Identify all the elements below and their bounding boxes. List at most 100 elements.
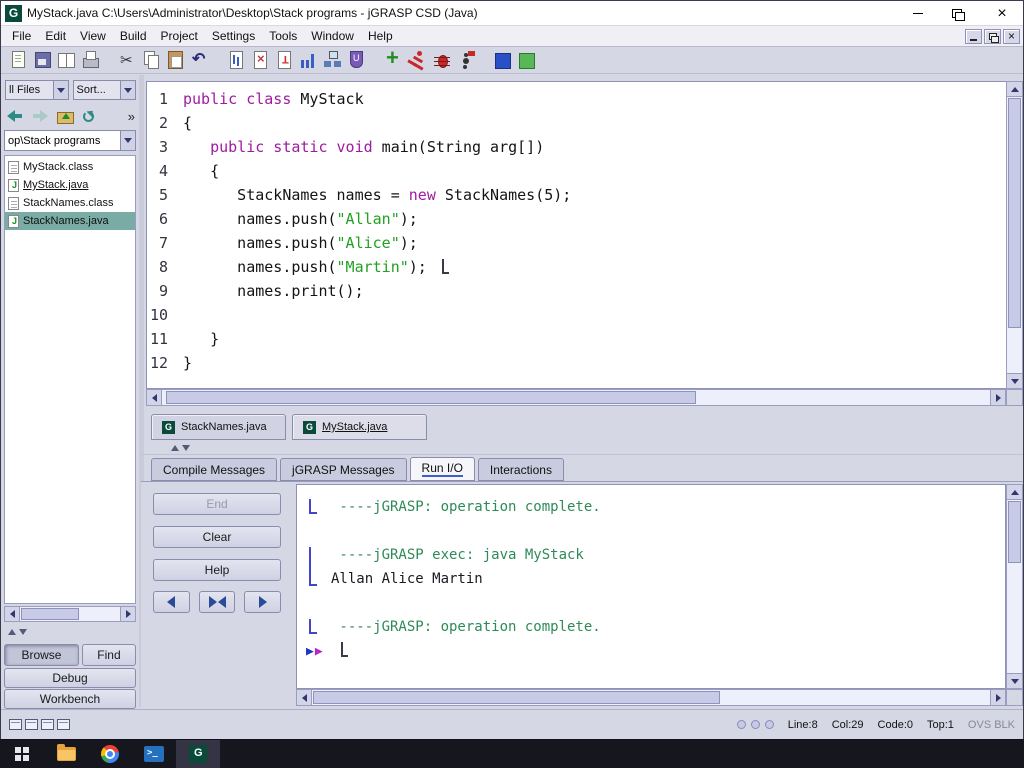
run-applet-icon[interactable]	[455, 49, 477, 71]
splitter-up-icon[interactable]	[8, 629, 16, 635]
menu-item[interactable]: Window	[304, 27, 361, 45]
uml-icon[interactable]	[322, 49, 344, 71]
scroll-down-icon[interactable]	[1007, 373, 1022, 388]
up-directory-icon[interactable]	[57, 110, 74, 124]
debug-icon[interactable]	[431, 49, 453, 71]
message-tab[interactable]: Run I/O	[409, 457, 475, 481]
powershell-button[interactable]	[132, 740, 176, 768]
menu-item[interactable]: Help	[361, 27, 400, 45]
chevron-down-icon[interactable]	[120, 81, 135, 99]
menu-item[interactable]: Project	[154, 27, 205, 45]
workbench-tab-button[interactable]: Workbench	[4, 689, 136, 709]
copy-icon[interactable]	[141, 49, 163, 71]
file-list-hscrollbar[interactable]	[4, 606, 136, 622]
code-line[interactable]: 2{	[147, 111, 1006, 135]
window-layout-icon-3[interactable]	[41, 719, 54, 730]
chevron-down-icon[interactable]	[52, 81, 68, 99]
mdi-restore-icon[interactable]	[984, 28, 1001, 44]
file-explorer-button[interactable]	[44, 740, 88, 768]
splitter-down-icon[interactable]	[182, 445, 190, 451]
window-layout-icon-1[interactable]	[9, 719, 22, 730]
scrollbar-thumb[interactable]	[1008, 98, 1021, 328]
output-hscrollbar[interactable]	[296, 689, 1006, 706]
run-io-button[interactable]: Help	[153, 559, 281, 581]
browse-tab-button[interactable]: Browse	[4, 644, 79, 666]
file-item[interactable]: StackNames.java	[5, 212, 135, 230]
run-io-output[interactable]: ----jGRASP: operation complete. ----jGRA…	[296, 484, 1006, 689]
restore-button[interactable]	[939, 1, 981, 26]
run-io-button[interactable]: End	[153, 493, 281, 515]
code-line[interactable]: 11 }	[147, 327, 1006, 351]
scroll-up-icon[interactable]	[1007, 485, 1022, 500]
csd-generate-icon[interactable]	[226, 49, 248, 71]
scroll-left-icon[interactable]	[297, 690, 312, 705]
scrollbar-track[interactable]	[1007, 97, 1022, 373]
splitter-up-icon[interactable]	[171, 445, 179, 451]
scrollbar-thumb[interactable]	[1008, 501, 1021, 563]
path-dropdown[interactable]: op\Stack programs	[4, 130, 136, 151]
window-layout-icon-2[interactable]	[25, 719, 38, 730]
scrollbar-track[interactable]	[20, 607, 120, 621]
scroll-down-icon[interactable]	[1007, 673, 1022, 688]
complexity-profile-icon[interactable]	[298, 49, 320, 71]
code-line[interactable]: 10	[147, 303, 1006, 327]
new-file-icon[interactable]	[8, 49, 30, 71]
scroll-up-icon[interactable]	[1007, 82, 1022, 97]
open-file-tab[interactable]: StackNames.java	[151, 414, 286, 440]
find-tab-button[interactable]: Find	[81, 644, 136, 666]
number-lines-icon[interactable]	[274, 49, 296, 71]
files-filter-dropdown[interactable]: ll Files	[5, 80, 69, 100]
open-file-icon[interactable]	[56, 49, 78, 71]
code-line[interactable]: 8 names.push("Martin");	[147, 255, 1006, 279]
code-line[interactable]: 1 public class MyStack	[147, 87, 1006, 111]
start-button[interactable]	[0, 740, 44, 768]
documentation-icon[interactable]	[346, 49, 368, 71]
undo-icon[interactable]	[189, 49, 211, 71]
overflow-chevron-icon[interactable]: »	[128, 110, 135, 123]
menu-item[interactable]: File	[5, 27, 38, 45]
code-line[interactable]: 7 names.push("Alice");	[147, 231, 1006, 255]
cut-icon[interactable]	[117, 49, 139, 71]
open-file-tab[interactable]: MyStack.java	[292, 414, 427, 440]
file-item[interactable]: StackNames.class	[5, 194, 135, 212]
code-line[interactable]: 3 public static void main(String arg[])	[147, 135, 1006, 159]
scroll-left-icon[interactable]	[147, 390, 162, 405]
editor-vscrollbar[interactable]	[1006, 81, 1023, 389]
file-item[interactable]: MyStack.java	[5, 176, 135, 194]
message-tab[interactable]: jGRASP Messages	[280, 458, 407, 481]
menu-item[interactable]: Tools	[262, 27, 304, 45]
scrollbar-track[interactable]	[1007, 500, 1022, 673]
scroll-right-icon[interactable]	[990, 690, 1005, 705]
scrollbar-thumb[interactable]	[21, 608, 79, 620]
history-forward-icon[interactable]	[32, 110, 48, 122]
workbench-icon[interactable]	[516, 49, 538, 71]
scrollbar-thumb[interactable]	[166, 391, 696, 404]
scroll-right-icon[interactable]	[120, 607, 135, 621]
code-line[interactable]: 9 names.print();	[147, 279, 1006, 303]
run-io-button[interactable]: Clear	[153, 526, 281, 548]
minimize-button[interactable]	[897, 1, 939, 26]
title-bar[interactable]: G MyStack.java C:\Users\Administrator\De…	[1, 1, 1023, 26]
history-back-icon[interactable]	[7, 110, 23, 122]
editor-hscrollbar[interactable]	[146, 389, 1006, 406]
run-icon[interactable]	[407, 49, 429, 71]
close-button[interactable]	[981, 1, 1023, 26]
code-line[interactable]: 12}	[147, 351, 1006, 375]
code-line[interactable]: 5 StackNames names = new StackNames(5);	[147, 183, 1006, 207]
code-area[interactable]: 1 public class MyStack 2{3 public static v…	[146, 81, 1006, 389]
scroll-right-icon[interactable]	[990, 390, 1005, 405]
menu-item[interactable]: Edit	[38, 27, 73, 45]
mdi-minimize-icon[interactable]	[965, 28, 982, 44]
refresh-icon[interactable]	[83, 110, 94, 122]
sort-dropdown[interactable]: Sort...	[72, 80, 136, 100]
interactions-icon[interactable]	[492, 49, 514, 71]
splitter-down-icon[interactable]	[19, 629, 27, 635]
menu-item[interactable]: Settings	[205, 27, 262, 45]
chevron-down-icon[interactable]	[120, 131, 135, 150]
csd-remove-icon[interactable]	[250, 49, 272, 71]
scrollbar-track[interactable]	[162, 390, 990, 405]
menu-item[interactable]: Build	[113, 27, 154, 45]
window-layout-icon-4[interactable]	[57, 719, 70, 730]
message-tab[interactable]: Interactions	[477, 458, 564, 481]
menu-item[interactable]: View	[73, 27, 113, 45]
